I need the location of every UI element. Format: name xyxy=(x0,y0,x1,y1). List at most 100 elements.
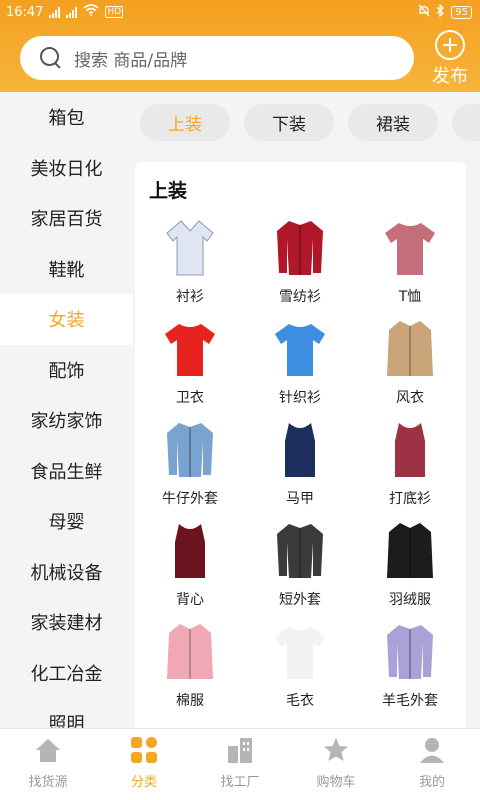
down-jacket-icon xyxy=(379,519,441,583)
sidebar-item-building-materials[interactable]: 家装建材 xyxy=(0,597,133,648)
category-item-label: 毛衣 xyxy=(286,693,314,709)
search-icon xyxy=(40,47,62,69)
sidebar-item-womens-wear[interactable]: 女装 xyxy=(0,294,133,345)
plus-circle-icon xyxy=(435,30,465,60)
tab-category[interactable]: 分类 xyxy=(96,729,192,800)
category-item-label: 羽绒服 xyxy=(389,592,431,608)
tab-label: 购物车 xyxy=(316,775,356,790)
shirt-icon xyxy=(159,216,221,280)
user-icon xyxy=(417,735,447,765)
search-input[interactable]: 搜索 商品/品牌 xyxy=(20,36,414,80)
category-item[interactable]: 背心 xyxy=(135,519,245,610)
sidebar-item-accessories[interactable]: 配饰 xyxy=(0,345,133,396)
camisole-icon xyxy=(379,418,441,482)
category-item-label: 针织衫 xyxy=(279,390,321,406)
blouse-icon xyxy=(269,216,331,280)
tab-label: 我的 xyxy=(418,775,445,790)
vest-icon xyxy=(269,418,331,482)
category-item-label: 风衣 xyxy=(396,390,424,406)
tab-user[interactable]: 我的 xyxy=(384,729,480,800)
category-item-label: 牛仔外套 xyxy=(162,491,218,507)
category-item-label: 羊毛外套 xyxy=(382,693,438,709)
category-item-label: T恤 xyxy=(398,289,422,305)
tshirt-icon xyxy=(379,216,441,280)
knit-icon xyxy=(269,317,331,381)
sidebar-item-home-goods[interactable]: 家居百货 xyxy=(0,193,133,244)
category-item[interactable]: 毛衣 xyxy=(245,620,355,711)
short-jacket-icon xyxy=(269,519,331,583)
home-icon xyxy=(33,735,63,765)
category-item[interactable]: 牛仔外套 xyxy=(135,418,245,509)
tab-label: 分类 xyxy=(130,775,157,790)
sidebar-item-home-textiles[interactable]: 家纺家饰 xyxy=(0,395,133,446)
tab-skirts[interactable]: 裙装 xyxy=(348,104,438,141)
category-item-label: 雪纺衫 xyxy=(279,289,321,305)
category-item[interactable]: 雪纺衫 xyxy=(245,216,355,307)
tab-bottoms[interactable]: 下装 xyxy=(244,104,334,141)
sweater-icon xyxy=(269,620,331,684)
tab-label: 找工厂 xyxy=(220,775,260,790)
category-item[interactable]: 卫衣 xyxy=(135,317,245,408)
battery-indicator: 95 xyxy=(451,5,472,19)
bottom-tab-bar: 找货源 分类 找工厂 购物车 我的 xyxy=(0,728,480,800)
wool-coat-icon xyxy=(379,620,441,684)
denim-jacket-icon xyxy=(159,418,221,482)
search-placeholder: 搜索 商品/品牌 xyxy=(74,50,188,71)
sidebar-item-cosmetics[interactable]: 美妆日化 xyxy=(0,143,133,194)
bluetooth-icon xyxy=(436,2,445,21)
sidebar-item-baby[interactable]: 母婴 xyxy=(0,496,133,547)
signal-icon xyxy=(49,6,61,18)
category-item-label: 马甲 xyxy=(286,491,314,507)
publish-label: 发布 xyxy=(432,66,468,87)
category-item[interactable]: 羊毛外套 xyxy=(355,620,465,711)
factory-icon xyxy=(225,735,255,765)
hd-badge: HD xyxy=(105,6,124,18)
category-item-label: 打底衫 xyxy=(389,491,431,507)
header: 16:47 HD 95 搜索 商品/品牌 发布 xyxy=(0,0,480,92)
category-sidebar: 箱包 美妆日化 家居百货 鞋靴 女装 配饰 家纺家饰 食品生鲜 母婴 机械设备 … xyxy=(0,92,133,728)
category-item-label: 棉服 xyxy=(176,693,204,709)
category-item-label: 衬衫 xyxy=(176,289,204,305)
sweatshirt-icon xyxy=(159,317,221,381)
wifi-icon xyxy=(83,4,99,20)
category-item[interactable]: 打底衫 xyxy=(355,418,465,509)
subcategory-card: 上装 衬衫 雪纺衫 T恤卫衣 针织衫 风衣牛仔外套 马甲 打底衫背心 短外套 羽绒服棉服 毛衣 羊毛… xyxy=(135,162,466,728)
category-item[interactable]: 针织衫 xyxy=(245,317,355,408)
tab-home[interactable]: 找货源 xyxy=(0,729,96,800)
sidebar-item-shoes[interactable]: 鞋靴 xyxy=(0,244,133,295)
category-item[interactable]: 风衣 xyxy=(355,317,465,408)
subcategory-tabs: 上装 下装 裙装 内衣 xyxy=(140,104,480,141)
category-item-label: 短外套 xyxy=(279,592,321,608)
tab-label: 找货源 xyxy=(28,775,68,790)
tank-top-icon xyxy=(159,519,221,583)
sidebar-item-machinery[interactable]: 机械设备 xyxy=(0,547,133,598)
mute-icon xyxy=(418,4,430,21)
padded-coat-icon xyxy=(159,620,221,684)
category-item[interactable]: 棉服 xyxy=(135,620,245,711)
category-item[interactable]: 羽绒服 xyxy=(355,519,465,610)
tab-star[interactable]: 购物车 xyxy=(288,729,384,800)
sidebar-item-food[interactable]: 食品生鲜 xyxy=(0,446,133,497)
sidebar-item-lighting[interactable]: 照明 xyxy=(0,698,133,728)
signal-icon xyxy=(66,6,78,18)
category-item[interactable]: 马甲 xyxy=(245,418,355,509)
publish-button[interactable]: 发布 xyxy=(430,30,470,88)
tab-underwear[interactable]: 内衣 xyxy=(452,104,480,141)
category-content: 上装 下装 裙装 内衣 上装 衬衫 雪纺衫 T恤卫衣 针织衫 风衣牛仔外套 马甲 打底衫背心… xyxy=(133,92,480,728)
tab-factory[interactable]: 找工厂 xyxy=(192,729,288,800)
category-item[interactable]: 衬衫 xyxy=(135,216,245,307)
tab-tops[interactable]: 上装 xyxy=(140,104,230,141)
trench-coat-icon xyxy=(379,317,441,381)
status-bar: 16:47 HD 95 xyxy=(0,0,480,24)
product-grid: 衬衫 雪纺衫 T恤卫衣 针织衫 风衣牛仔外套 马甲 打底衫背心 短外套 羽绒服棉服 毛衣 羊毛外套 xyxy=(135,216,466,711)
star-icon xyxy=(321,735,351,765)
category-item-label: 背心 xyxy=(176,592,204,608)
sidebar-item-bags[interactable]: 箱包 xyxy=(0,92,133,143)
category-item[interactable]: T恤 xyxy=(355,216,465,307)
category-icon xyxy=(129,735,159,765)
sidebar-item-chemicals[interactable]: 化工冶金 xyxy=(0,648,133,699)
category-item-label: 卫衣 xyxy=(176,390,204,406)
status-time: 16:47 xyxy=(6,4,44,20)
category-item[interactable]: 短外套 xyxy=(245,519,355,610)
section-title: 上装 xyxy=(149,180,188,202)
